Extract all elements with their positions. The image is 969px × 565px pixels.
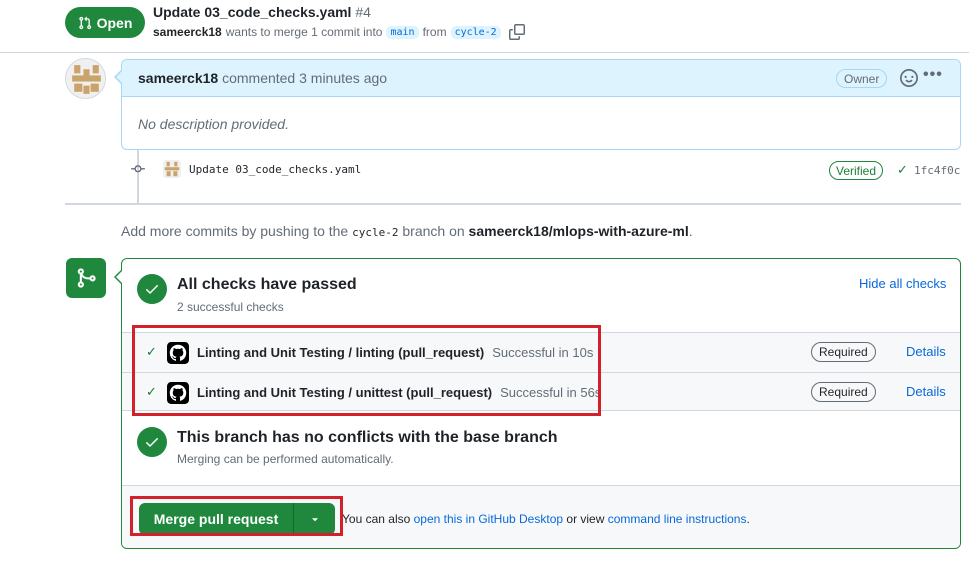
merge-alt-suffix: . bbox=[746, 512, 750, 526]
merge-box-pointer-inner bbox=[116, 271, 122, 283]
head-branch-label[interactable]: cycle-2 bbox=[450, 25, 501, 39]
push-info-prefix: Add more commits by pushing to the bbox=[121, 223, 349, 239]
required-badge: Required bbox=[811, 342, 876, 362]
pr-state-label: Open bbox=[96, 14, 133, 31]
pr-merge-text: wants to merge 1 commit into bbox=[225, 25, 383, 39]
no-conflicts-title: This branch has no conflicts with the ba… bbox=[177, 429, 558, 446]
push-info-branch: cycle-2 bbox=[352, 226, 399, 239]
check-details-link[interactable]: Details bbox=[906, 384, 946, 399]
checks-passed-icon bbox=[137, 274, 167, 304]
git-merge-icon bbox=[77, 268, 96, 288]
merge-alt-prefix: You can also bbox=[342, 512, 411, 526]
base-branch-label[interactable]: main bbox=[386, 25, 419, 39]
copy-icon[interactable] bbox=[508, 24, 525, 40]
commit-message-link[interactable]: Update 03_code_checks.yaml bbox=[189, 163, 361, 176]
comment-timestamp: commented 3 minutes ago bbox=[222, 70, 388, 86]
push-info-suffix: . bbox=[688, 223, 693, 239]
no-conflicts-subtitle: Merging can be performed automatically. bbox=[177, 452, 394, 466]
commit-sha-link[interactable]: 1fc4f0c bbox=[914, 164, 960, 177]
owner-badge: Owner bbox=[836, 69, 888, 88]
verified-badge[interactable]: Verified bbox=[829, 161, 884, 180]
author-avatar[interactable] bbox=[65, 58, 106, 99]
commit-check-icon[interactable]: ✓ bbox=[897, 162, 908, 178]
commit-author-avatar[interactable] bbox=[163, 160, 181, 178]
pr-title: Update 03_code_checks.yaml #4 bbox=[153, 4, 371, 20]
comment-meta: sameerck18 commented 3 minutes ago bbox=[138, 70, 387, 86]
comment-author-link[interactable]: sameerck18 bbox=[138, 70, 218, 86]
pr-author-link[interactable]: sameerck18 bbox=[153, 25, 222, 39]
checks-title: All checks have passed bbox=[177, 276, 357, 293]
push-info-middle: branch on bbox=[402, 223, 465, 239]
no-conflicts-icon bbox=[137, 427, 167, 457]
git-commit-icon bbox=[131, 165, 145, 173]
merge-highlight-box bbox=[130, 496, 343, 536]
push-info-repo: sameerck18/mlops-with-azure-ml bbox=[468, 223, 689, 239]
open-desktop-link[interactable]: open this in GitHub Desktop bbox=[414, 512, 563, 526]
identicon-avatar-small bbox=[163, 160, 181, 178]
check-details-link[interactable]: Details bbox=[906, 344, 946, 359]
pr-meta: sameerck18 wants to merge 1 commit into … bbox=[153, 24, 525, 40]
comment-header: sameerck18 commented 3 minutes ago Owner… bbox=[122, 60, 960, 97]
comment-box: sameerck18 commented 3 minutes ago Owner… bbox=[121, 59, 961, 150]
comment-body: No description provided. bbox=[138, 116, 289, 132]
merge-alt-middle: or view bbox=[566, 512, 605, 526]
merge-alternatives: You can also open this in GitHub Desktop… bbox=[342, 512, 750, 526]
push-info: Add more commits by pushing to the cycle… bbox=[121, 223, 693, 239]
timeline-divider bbox=[65, 203, 961, 205]
cli-instructions-link[interactable]: command line instructions bbox=[608, 512, 747, 526]
merge-status-icon bbox=[66, 258, 106, 298]
comment-pointer-inner bbox=[116, 71, 122, 83]
identicon-avatar bbox=[66, 59, 105, 98]
pr-from-text: from bbox=[422, 25, 447, 39]
checks-subtitle: 2 successful checks bbox=[177, 300, 284, 314]
pr-header: Open Update 03_code_checks.yaml #4 samee… bbox=[0, 0, 969, 53]
pr-state-badge: Open bbox=[65, 7, 145, 38]
checks-highlight-box bbox=[132, 325, 601, 416]
hide-all-checks-link[interactable]: Hide all checks bbox=[859, 276, 946, 291]
smiley-icon[interactable] bbox=[900, 69, 918, 87]
git-pull-request-icon bbox=[78, 16, 91, 29]
kebab-menu-icon[interactable]: ••• bbox=[923, 66, 943, 84]
pr-title-text: Update 03_code_checks.yaml bbox=[153, 4, 352, 20]
timeline-line bbox=[137, 150, 139, 204]
required-badge: Required bbox=[811, 382, 876, 402]
pr-number: #4 bbox=[355, 4, 371, 20]
